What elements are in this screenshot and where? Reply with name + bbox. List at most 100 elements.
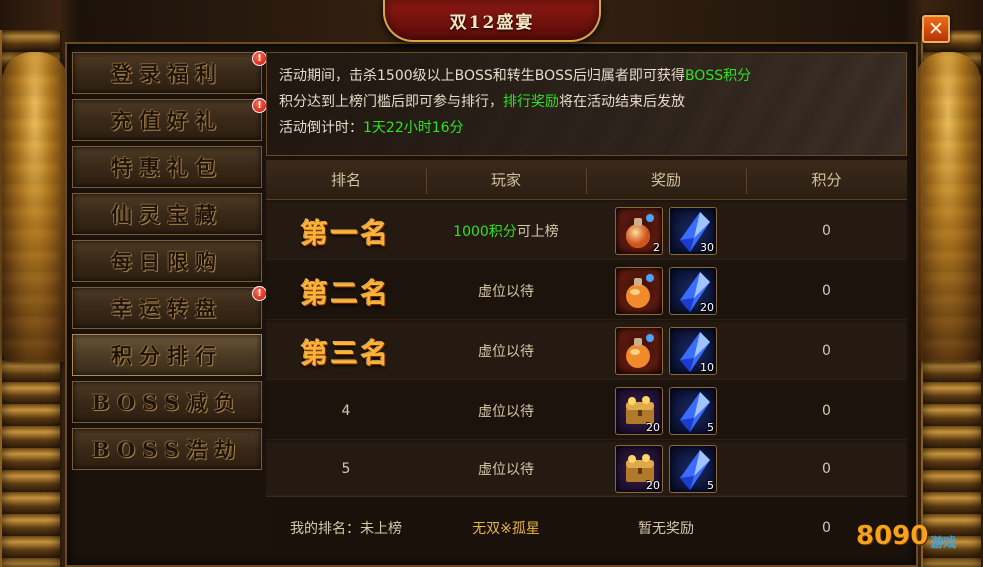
info-text: 积分达到上榜门槛后即可参与排行，	[279, 94, 503, 110]
my-reward: 暂无奖励	[638, 521, 694, 537]
menu-item-label: 幸运转盘	[111, 296, 223, 321]
menu-item-label: 仙灵宝藏	[111, 202, 223, 227]
header-reward: 奖励	[650, 171, 681, 189]
event-info-box: 活动期间，击杀1500级以上BOSS和转生BOSS后归属者即可获得BOSS积分 …	[266, 52, 907, 156]
watermark-number: 8090	[856, 521, 929, 551]
potion-item-icon[interactable]	[615, 267, 663, 315]
crystal-item-icon[interactable]: 5	[669, 387, 717, 435]
menu-item-daily-limit[interactable]: 每日限购	[72, 240, 262, 282]
header-player: 玩家	[490, 171, 521, 189]
countdown-value: 1天22小时16分	[363, 120, 464, 136]
right-statue-decoration	[915, 52, 981, 362]
my-player-name: 无双※孤星	[472, 521, 540, 537]
player-cell: 虚位以待	[478, 462, 534, 478]
info-text: 活动期间，击杀1500级以上BOSS和转生BOSS后归属者即可获得	[279, 68, 685, 84]
menu-item-spirit-treasure[interactable]: 仙灵宝藏	[72, 193, 262, 235]
my-rank-label: 我的排名：未上榜	[290, 521, 402, 537]
menu-item-label: 登录福利	[111, 61, 223, 86]
item-count: 2	[653, 241, 660, 254]
menu-item-label: 积分排行	[111, 343, 223, 368]
menu-item-label: 特惠礼包	[111, 155, 223, 180]
score-cell: 0	[822, 461, 831, 477]
item-count: 5	[707, 479, 714, 492]
threshold-score: 1000积分	[453, 224, 517, 240]
item-count: 10	[700, 361, 714, 374]
crystal-item-icon[interactable]: 10	[669, 327, 717, 375]
table-row: 第二名 虚位以待 20 0	[266, 262, 907, 320]
rank-title: 第一名	[301, 218, 391, 250]
menu-item-label: BOSS减负	[91, 390, 243, 415]
menu-item-label: 充值好礼	[111, 108, 223, 133]
menu-item-boss-reduce[interactable]: BOSS减负	[72, 381, 262, 423]
reward-cell: 20 5	[586, 442, 746, 496]
score-cell: 0	[822, 343, 831, 359]
ranking-table: 排名 玩家 奖励 积分 第一名 1000积分 可上榜 2 30 0 第二名 虚位…	[266, 160, 907, 558]
table-header: 排名 玩家 奖励 积分	[266, 160, 907, 200]
window-title: 双12盛宴	[449, 12, 535, 33]
rank-cell: 第二名	[266, 262, 426, 320]
table-row: 4 虚位以待 20 5 0	[266, 382, 907, 440]
item-count: 20	[646, 479, 660, 492]
info-highlight: 排行奖励	[503, 94, 559, 110]
close-button[interactable]: ✕	[922, 15, 950, 43]
rank-title: 第三名	[301, 338, 391, 370]
info-line-countdown: 活动倒计时：1天22小时16分	[279, 115, 894, 141]
potion-item-icon[interactable]	[615, 327, 663, 375]
player-text: 可上榜	[516, 224, 559, 240]
potion-item-icon[interactable]: 2	[615, 207, 663, 255]
left-statue-decoration	[2, 52, 68, 362]
rank-cell: 4	[341, 403, 351, 419]
header-rank: 排名	[330, 171, 361, 189]
close-icon: ✕	[928, 18, 944, 40]
player-cell: 虚位以待	[478, 284, 534, 300]
item-count: 30	[700, 241, 714, 254]
menu-item-login-bonus[interactable]: 登录福利 !	[72, 51, 267, 94]
menu-item-special-pack[interactable]: 特惠礼包	[72, 146, 262, 188]
alert-badge-icon: !	[252, 98, 267, 113]
menu-item-label: 每日限购	[111, 249, 223, 274]
info-line-1: 活动期间，击杀1500级以上BOSS和转生BOSS后归属者即可获得BOSS积分	[279, 63, 894, 89]
info-line-2: 积分达到上榜门槛后即可参与排行，排行奖励将在活动结束后发放	[279, 89, 894, 115]
menu-item-lucky-wheel[interactable]: 幸运转盘 !	[72, 286, 267, 329]
item-count: 5	[707, 421, 714, 434]
table-row: 第三名 虚位以待 10 0	[266, 322, 907, 380]
reward-cell: 20	[586, 262, 746, 320]
menu-item-recharge-gift[interactable]: 充值好礼 !	[72, 98, 267, 141]
menu-item-score-ranking[interactable]: 积分排行	[72, 334, 262, 376]
countdown-label: 活动倒计时：	[279, 120, 363, 136]
score-cell: 0	[822, 403, 831, 419]
alert-badge-icon: !	[252, 51, 267, 66]
item-count: 20	[700, 301, 714, 314]
treasure-chest-icon[interactable]: 20	[615, 387, 663, 435]
table-row: 第一名 1000积分 可上榜 2 30 0	[266, 202, 907, 260]
header-score: 积分	[811, 171, 842, 189]
rank-cell: 第一名	[266, 202, 426, 260]
score-cell: 0	[822, 283, 831, 299]
player-cell: 虚位以待	[478, 404, 534, 420]
rank-title: 第二名	[301, 278, 391, 310]
menu-item-boss-calamity[interactable]: BOSS浩劫	[72, 428, 262, 470]
crystal-item-icon[interactable]: 30	[669, 207, 717, 255]
info-highlight: BOSS积分	[684, 68, 752, 84]
score-cell: 0	[822, 223, 831, 239]
rank-cell: 第三名	[266, 322, 426, 380]
player-cell: 虚位以待	[478, 344, 534, 360]
reward-cell: 20 5	[586, 382, 746, 440]
table-row: 5 虚位以待 20 5 0	[266, 442, 907, 496]
player-cell: 1000积分 可上榜	[426, 202, 586, 260]
my-rank-footer: 我的排名：未上榜 无双※孤星 暂无奖励 0	[266, 496, 907, 558]
reward-cell: 10	[586, 322, 746, 380]
item-count: 20	[646, 421, 660, 434]
info-text: 将在活动结束后发放	[559, 94, 685, 110]
treasure-chest-icon[interactable]: 20	[615, 445, 663, 493]
menu-item-label: BOSS浩劫	[91, 437, 243, 462]
reward-cell: 2 30	[586, 202, 746, 260]
title-banner: 双12盛宴	[383, 0, 601, 42]
crystal-item-icon[interactable]: 20	[669, 267, 717, 315]
rank-cell: 5	[341, 461, 351, 477]
alert-badge-icon: !	[252, 286, 267, 301]
crystal-item-icon[interactable]: 5	[669, 445, 717, 493]
activity-menu: 登录福利 ! 充值好礼 ! 特惠礼包 仙灵宝藏 每日限购 幸运转盘 ! 积分排行…	[72, 51, 267, 475]
watermark-text: 游戏	[930, 535, 957, 551]
site-watermark-logo: 8090 游戏	[856, 512, 976, 560]
